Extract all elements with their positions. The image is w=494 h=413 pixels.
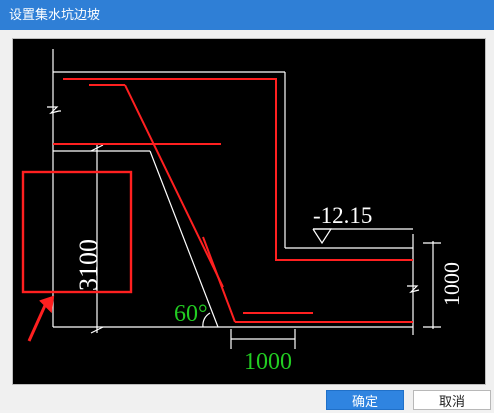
depth-dimension-label: 3100: [74, 239, 103, 291]
rebar-top-bend: [63, 78, 413, 261]
rebar-slope-upper: [124, 84, 224, 288]
break-symbol-left: [47, 106, 61, 115]
pointer-arrow-shaft: [27, 300, 49, 342]
title-bar: 设置集水坑边坡: [0, 0, 494, 30]
side-height-label: 1000: [439, 262, 464, 306]
angle-label: 60°: [174, 301, 208, 327]
dialog-window: 设置集水坑边坡 3100 -12.15 1000 60° 1000 确定 取消: [0, 0, 494, 410]
dialog-title: 设置集水坑边坡: [9, 7, 101, 22]
elevation-label: -12.15: [313, 203, 372, 228]
slope-diagram: 3100 -12.15 1000 60° 1000: [21, 49, 464, 375]
confirm-button[interactable]: 确定: [326, 390, 404, 410]
bottom-width-label: 1000: [244, 349, 292, 375]
slope-drawing-canvas: 3100 -12.15 1000 60° 1000: [12, 38, 486, 385]
elevation-marker: [312, 228, 333, 245]
cancel-button[interactable]: 取消: [413, 390, 491, 410]
rebar-slope-lower: [202, 236, 236, 323]
